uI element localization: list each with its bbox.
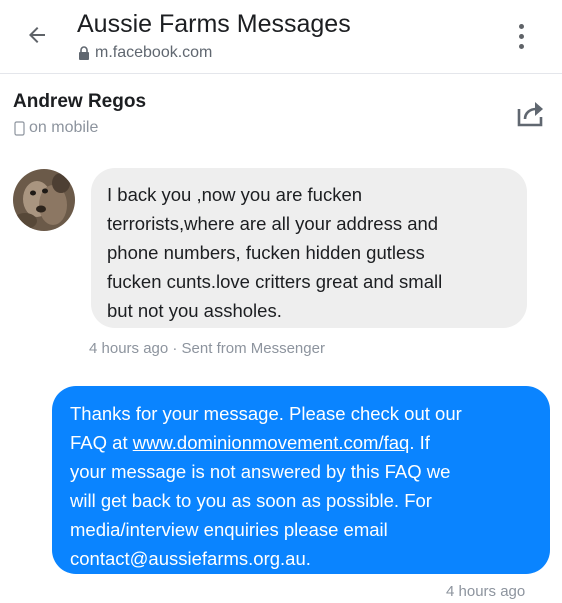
message-line: your message is not answered by this FAQ… xyxy=(70,461,451,482)
conversation-header: Andrew Regos on mobile xyxy=(0,75,562,155)
share-icon xyxy=(517,102,543,127)
dog-avatar-image xyxy=(13,169,75,231)
avatar[interactable] xyxy=(13,169,75,231)
message-line: will get back to you as soon as possible… xyxy=(70,490,432,511)
incoming-message-meta: 4 hours ago · Sent from Messenger xyxy=(89,340,325,357)
url-text: m.facebook.com xyxy=(95,44,213,61)
more-vertical-icon xyxy=(518,23,524,29)
faq-link[interactable]: www.dominionmovement.com/faq xyxy=(133,432,410,453)
arrow-left-icon xyxy=(29,27,45,43)
message-line: but not you assholes. xyxy=(107,300,282,321)
message-line: phone numbers, fucken hidden gutless xyxy=(107,242,425,263)
message-line: I back you ,now you are fucken xyxy=(107,184,363,205)
message-line: terrorists,where are all your address an… xyxy=(107,213,439,234)
lock-icon xyxy=(79,46,89,60)
outgoing-message-meta: 4 hours ago xyxy=(446,583,526,600)
status-text: on mobile xyxy=(29,119,99,136)
message-line: media/interview enquiries please email xyxy=(70,519,388,540)
message-line: contact@aussiefarms.org.au. xyxy=(70,548,311,569)
sender-status: on mobile xyxy=(14,119,98,137)
message-text: FAQ at xyxy=(70,432,133,453)
browser-toolbar: Aussie Farms Messages m.facebook.com xyxy=(0,0,562,74)
more-options-button[interactable] xyxy=(508,18,534,54)
message-line: fucken cunts.love critters great and sma… xyxy=(107,271,443,292)
sender-name[interactable]: Andrew Regos xyxy=(13,91,146,113)
back-button[interactable] xyxy=(22,20,52,50)
message-line: Thanks for your message. Please check ou… xyxy=(70,403,462,424)
share-button[interactable] xyxy=(513,97,547,131)
message-text: . If xyxy=(409,432,430,453)
page-title: Aussie Farms Messages xyxy=(77,10,351,38)
incoming-message-bubble[interactable]: I back you ,now you are fucken terrorist… xyxy=(91,168,527,328)
url-display[interactable]: m.facebook.com xyxy=(78,44,212,62)
message-line: FAQ at www.dominionmovement.com/faq. If xyxy=(70,428,536,457)
outgoing-message-bubble[interactable]: Thanks for your message. Please check ou… xyxy=(52,386,550,574)
phone-icon xyxy=(14,120,25,136)
